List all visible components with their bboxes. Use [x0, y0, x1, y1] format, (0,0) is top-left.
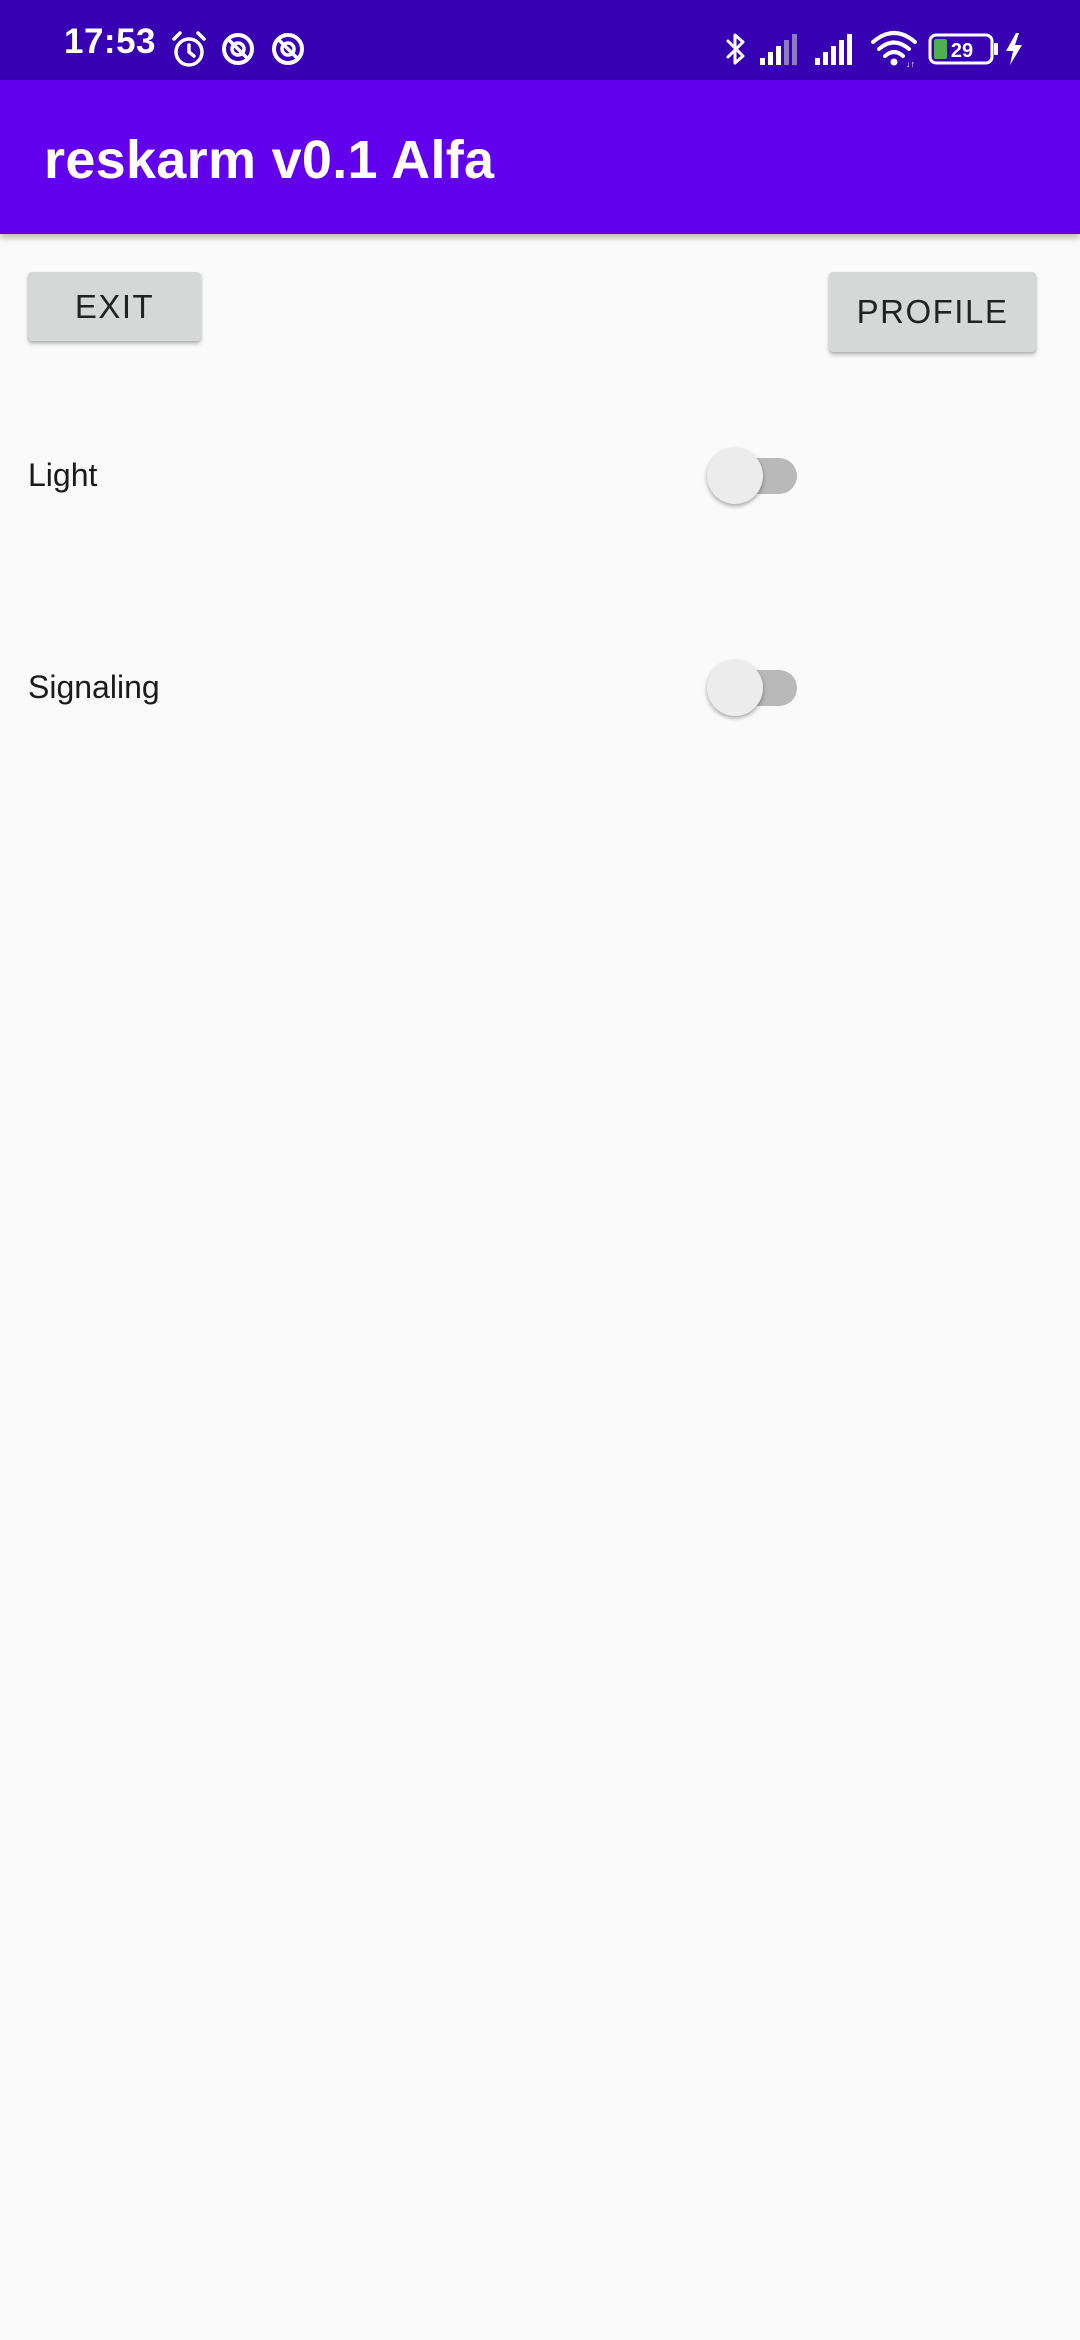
signaling-toggle[interactable] [707, 656, 797, 716]
battery-icon: 29 [928, 32, 1000, 72]
app-title: reskarm v0.1 Alfa [44, 130, 495, 190]
light-toggle[interactable] [707, 444, 797, 504]
signaling-label: Signaling [28, 669, 160, 705]
profile-button[interactable]: PROFILE [829, 272, 1036, 352]
do-not-disturb-icon [219, 30, 257, 70]
switch-thumb [707, 660, 763, 716]
signal-icon [760, 32, 802, 72]
switch-thumb [707, 448, 763, 504]
charging-icon [1003, 32, 1025, 72]
app-bar: reskarm v0.1 Alfa [0, 80, 1080, 234]
battery-level: 29 [951, 40, 973, 62]
status-bar: 17:53 ↓↑ 29 [0, 0, 1080, 80]
light-label: Light [28, 457, 98, 493]
signal-icon [815, 32, 857, 72]
wifi-icon: ↓↑ [871, 30, 917, 70]
exit-button[interactable]: EXIT [28, 272, 201, 341]
status-time: 17:53 [64, 22, 157, 61]
svg-text:↓↑: ↓↑ [906, 59, 915, 68]
alarm-icon [170, 30, 208, 70]
bluetooth-icon [723, 30, 749, 70]
do-not-disturb-icon [269, 30, 307, 70]
